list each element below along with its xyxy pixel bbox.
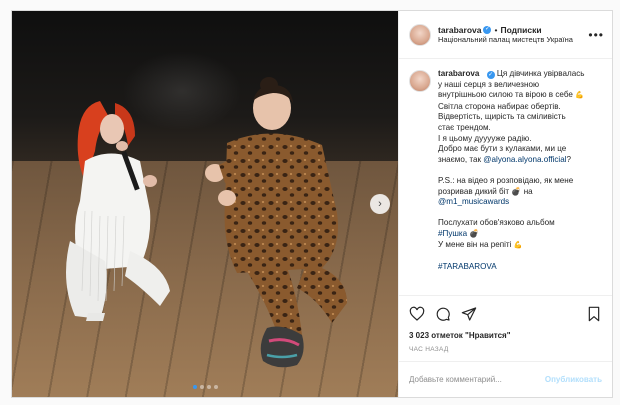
caption-area[interactable]: tarabarova ✓ Ця дівчинка увірвалась у на…	[399, 59, 612, 295]
bookmark-icon[interactable]	[586, 306, 602, 322]
post-timestamp[interactable]: ЧАС НАЗАД	[399, 340, 612, 361]
carousel-dot	[199, 385, 204, 389]
caption-line-text: знаємо, так	[438, 154, 484, 164]
mention-link[interactable]: @m1_musicawards	[438, 197, 509, 206]
caption-line: У мене він на репіті 💪	[438, 240, 604, 252]
caption-line: знаємо, так @alyona.alyona.official?	[438, 155, 604, 166]
chevron-right-icon: ›	[378, 198, 382, 210]
heart-icon[interactable]	[409, 306, 425, 322]
caption-line: Відвертість, щирість та сміливість	[438, 112, 566, 122]
more-horizontal-icon[interactable]: •••	[588, 28, 604, 42]
bomb-icon: 💣	[469, 228, 480, 238]
share-icon[interactable]	[461, 306, 477, 322]
caption-line: Добро має бути з кулаками, ми це	[438, 144, 567, 154]
caption-line: #Пушка 💣	[438, 229, 604, 240]
caption-text: tarabarova ✓ Ця дівчинка увірвалась у на…	[438, 69, 604, 295]
caption-line: розривав дикий біт 💣 на	[438, 187, 604, 198]
location-link[interactable]: Національний палац мистецтв Україна	[438, 35, 584, 44]
header-text: tarabarova ✓ • Подписки Національний пал…	[438, 25, 584, 45]
post-side-panel: tarabarova ✓ • Подписки Національний пал…	[398, 11, 612, 397]
carousel-indicator	[12, 385, 398, 389]
caption-line: стає трендом.	[438, 122, 491, 132]
bomb-icon: 💣	[511, 186, 522, 196]
flexed-biceps-icon: 💪	[575, 92, 584, 100]
post-media[interactable]: ›	[12, 11, 398, 397]
caption-line-text: У мене він на репіті	[438, 239, 512, 249]
carousel-dot	[192, 385, 197, 389]
avatar[interactable]	[409, 70, 431, 92]
caption-line: Послухати обов'язково альбом	[438, 218, 555, 228]
instagram-post-card: › tarabarova ✓ • Подписки Національний п…	[11, 10, 613, 398]
hashtag-link[interactable]: #Пушка	[438, 229, 467, 238]
verified-badge-icon: ✓	[483, 25, 492, 34]
comment-input[interactable]	[409, 375, 545, 384]
caption-line: Світла сторона набирає обертів.	[438, 101, 561, 111]
photo-figure-leopard-outfit	[205, 77, 347, 368]
caption-line-text: розривав дикий біт	[438, 186, 510, 196]
carousel-dot	[213, 385, 218, 389]
caption-username-link[interactable]: tarabarova	[438, 69, 479, 78]
separator: •	[494, 24, 498, 35]
verified-badge-icon: ✓	[486, 71, 495, 80]
carousel-dot	[206, 385, 211, 389]
action-bar	[399, 295, 612, 331]
hashtag-link[interactable]: #TARABAROVA	[438, 262, 604, 273]
photo-figure-white-outfit	[66, 101, 170, 321]
caption-punctuation: ?	[566, 154, 572, 164]
flexed-biceps-icon: 💪	[513, 241, 523, 249]
caption-line: @m1_musicawards	[438, 197, 604, 208]
username-link[interactable]: tarabarova	[438, 25, 481, 36]
publish-button[interactable]: Опубликовать	[545, 375, 602, 384]
caption-line: І я цьому дууууже радію.	[438, 133, 532, 143]
caption-line: P.S.: на відео я розповідаю, як мене	[438, 175, 574, 185]
carousel-next-button[interactable]: ›	[370, 194, 390, 214]
caption-line-text: на	[521, 186, 533, 196]
following-button[interactable]: Подписки	[500, 25, 541, 36]
header-row: tarabarova ✓ • Подписки	[438, 25, 584, 36]
comment-bar: Опубликовать	[399, 361, 612, 397]
avatar[interactable]	[409, 23, 431, 46]
caption-line-text: внутрішньою силою та вірою в себе	[438, 90, 573, 100]
caption-line: внутрішньою силою та вірою в себе 💪	[438, 90, 604, 102]
mention-link[interactable]: @alyona.alyona.official	[483, 155, 566, 164]
caption-line: у наші серця з величезною	[438, 79, 540, 89]
comment-icon[interactable]	[435, 306, 451, 322]
caption-line: Ця дівчинка увірвалась	[496, 69, 585, 78]
post-header: tarabarova ✓ • Подписки Національний пал…	[399, 11, 612, 59]
likes-count[interactable]: 3 023 отметок "Нравится"	[399, 331, 612, 340]
